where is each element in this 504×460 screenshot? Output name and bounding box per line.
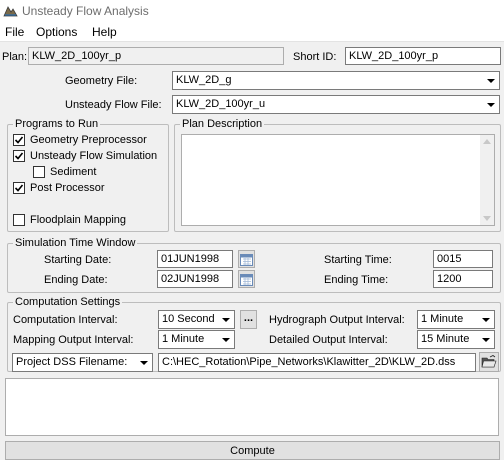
dss-path-field[interactable]: C:\HEC_Rotation\Pipe_Networks\Klawitter_… — [158, 353, 476, 372]
post-processor-label: Post Processor — [30, 182, 105, 194]
menu-bar: File Options Help — [0, 22, 504, 42]
computation-interval-label: Computation Interval: — [13, 314, 118, 326]
unsteady-simulation-label: Unsteady Flow Simulation — [30, 150, 158, 162]
open-folder-icon — [481, 355, 497, 368]
computation-interval-select[interactable]: 10 Second — [158, 310, 235, 329]
detailed-interval-label: Detailed Output Interval: — [269, 334, 388, 346]
mapping-interval-select[interactable]: 1 Minute — [158, 330, 235, 349]
plan-field[interactable]: KLW_2D_100yr_p — [28, 47, 284, 65]
checkmark-icon — [14, 152, 24, 160]
chevron-down-icon[interactable] — [218, 332, 233, 347]
plan-description-textarea[interactable] — [181, 134, 495, 226]
mapping-interval-label: Mapping Output Interval: — [13, 334, 134, 346]
computation-options-button[interactable]: ... — [240, 310, 257, 329]
unsteady-file-value: KLW_2D_100yr_u — [176, 98, 266, 110]
compute-label: Compute — [230, 444, 275, 457]
unsteady-file-label: Unsteady Flow File: — [65, 99, 162, 111]
starting-date-label: Starting Date: — [44, 254, 112, 266]
short-id-label: Short ID: — [293, 51, 337, 63]
computation-interval-value: 10 Second — [162, 313, 215, 325]
sediment-label: Sediment — [50, 166, 97, 178]
chevron-down-icon[interactable] — [478, 312, 493, 327]
sediment-checkbox[interactable] — [33, 166, 45, 178]
plan-label: Plan: — [2, 51, 28, 63]
geometry-preprocessor-checkbox[interactable] — [13, 134, 25, 146]
floodplain-mapping-checkbox[interactable] — [13, 214, 25, 226]
hydrograph-interval-label: Hydrograph Output Interval: — [269, 314, 405, 326]
ending-date-label: Ending Date: — [44, 274, 108, 286]
hydrograph-interval-value: 1 Minute — [421, 313, 464, 325]
short-id-field[interactable]: KLW_2D_100yr_p — [345, 47, 501, 65]
dss-filename-selector-value: Project DSS Filename: — [16, 356, 128, 368]
detailed-interval-select[interactable]: 15 Minute — [417, 330, 495, 349]
starting-date-calendar-button[interactable] — [238, 250, 255, 268]
browse-dss-button[interactable] — [479, 352, 499, 372]
checkmark-icon — [14, 184, 24, 192]
programs-group: Programs to Run Geometry Preprocessor Un… — [7, 118, 169, 232]
starting-date-field[interactable]: 01JUN1998 — [157, 250, 233, 268]
post-processor-option[interactable]: Post Processor — [13, 182, 105, 194]
geometry-preprocessor-option[interactable]: Geometry Preprocessor — [13, 134, 147, 146]
window-title: Unsteady Flow Analysis — [22, 4, 149, 18]
dss-filename-select[interactable]: Project DSS Filename: — [12, 353, 153, 372]
starting-time-label: Starting Time: — [324, 254, 392, 266]
ellipsis-label: ... — [243, 311, 254, 324]
compute-button[interactable]: Compute — [5, 441, 500, 460]
title-bar: Unsteady Flow Analysis — [0, 0, 504, 22]
plan-description-legend: Plan Description — [180, 118, 265, 130]
ending-time-label: Ending Time: — [324, 274, 389, 286]
programs-legend: Programs to Run — [13, 118, 101, 130]
chevron-down-icon[interactable] — [483, 73, 498, 88]
unsteady-simulation-checkbox[interactable] — [13, 150, 25, 162]
messages-box[interactable] — [5, 378, 499, 436]
plan-description-group: Plan Description — [174, 118, 501, 232]
mapping-interval-value: 1 Minute — [162, 333, 205, 345]
detailed-interval-value: 15 Minute — [421, 333, 470, 345]
geometry-file-value: KLW_2D_g — [176, 74, 232, 86]
ending-time-field[interactable]: 1200 — [433, 270, 493, 288]
scroll-down-icon[interactable] — [483, 216, 491, 221]
time-window-legend: Simulation Time Window — [13, 237, 138, 249]
ending-date-calendar-button[interactable] — [238, 270, 255, 288]
geometry-file-select[interactable]: KLW_2D_g — [172, 71, 500, 90]
geometry-preprocessor-label: Geometry Preprocessor — [30, 134, 147, 146]
chevron-down-icon[interactable] — [218, 312, 233, 327]
hydrograph-interval-select[interactable]: 1 Minute — [417, 310, 495, 329]
geometry-file-label: Geometry File: — [65, 75, 138, 87]
floodplain-mapping-label: Floodplain Mapping — [30, 214, 127, 226]
menu-help[interactable]: Help — [92, 25, 117, 39]
scroll-up-icon[interactable] — [483, 139, 491, 144]
chevron-down-icon[interactable] — [483, 97, 498, 112]
calendar-icon — [240, 253, 253, 266]
hec-ras-icon — [3, 6, 18, 17]
post-processor-checkbox[interactable] — [13, 182, 25, 194]
calendar-icon — [240, 273, 253, 286]
menu-file[interactable]: File — [5, 25, 24, 39]
ending-date-field[interactable]: 02JUN1998 — [157, 270, 233, 288]
sediment-option[interactable]: Sediment — [33, 166, 96, 178]
chevron-down-icon[interactable] — [136, 355, 151, 370]
computation-legend: Computation Settings — [13, 296, 123, 308]
menu-options[interactable]: Options — [36, 25, 77, 39]
starting-time-field[interactable]: 0015 — [433, 250, 493, 268]
chevron-down-icon[interactable] — [478, 332, 493, 347]
unsteady-file-select[interactable]: KLW_2D_100yr_u — [172, 95, 500, 114]
floodplain-mapping-option[interactable]: Floodplain Mapping — [13, 214, 126, 226]
checkmark-icon — [14, 136, 24, 144]
unsteady-simulation-option[interactable]: Unsteady Flow Simulation — [13, 150, 157, 162]
scrollbar[interactable] — [480, 135, 494, 225]
